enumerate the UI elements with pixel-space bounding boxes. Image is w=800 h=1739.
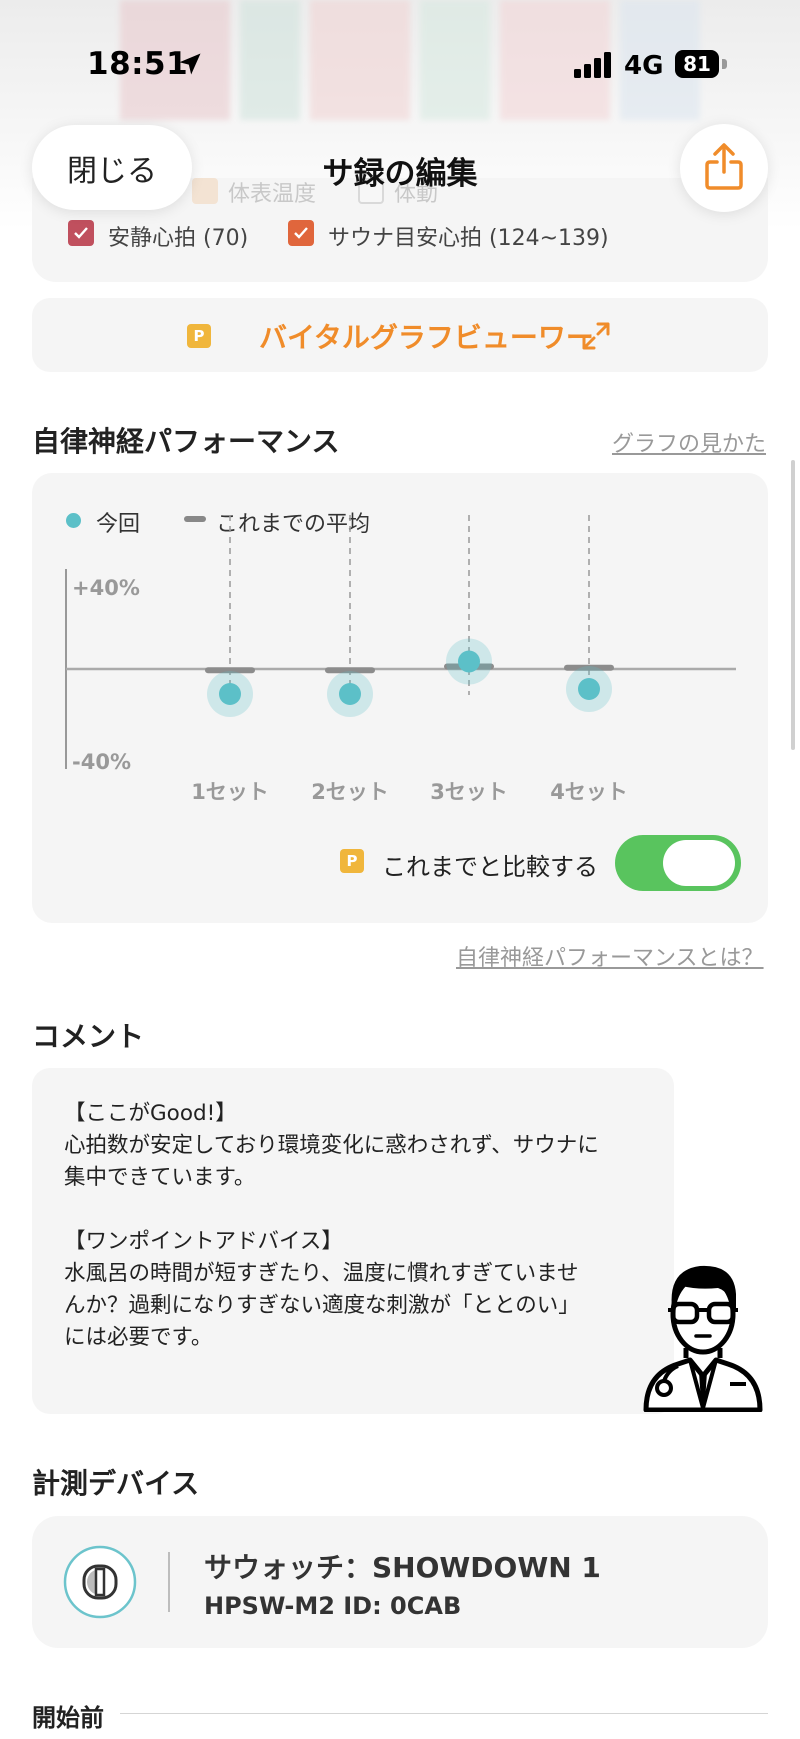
- expand-icon: [582, 322, 610, 350]
- location-arrow-icon: [179, 53, 201, 75]
- y-tick-bottom: -40%: [72, 750, 131, 774]
- compare-label: これまでと比較する: [382, 853, 598, 881]
- premium-badge: P: [340, 849, 364, 873]
- section-divider: [120, 1713, 768, 1714]
- toggle-knob: [663, 840, 735, 886]
- current-point: [219, 683, 241, 705]
- device-name: サウォッチ：SHOWDOWN 1: [204, 1551, 601, 1584]
- before-start-label: 開始前: [32, 1704, 104, 1732]
- device-section-title: 計測デバイス: [32, 1467, 200, 1500]
- current-point: [578, 678, 600, 700]
- watch-device-icon: [63, 1545, 137, 1619]
- autonomic-performance-title: 自律神経パフォーマンス: [32, 425, 340, 458]
- y-tick-top: +40%: [72, 576, 140, 600]
- share-icon: [705, 143, 743, 190]
- device-divider: [168, 1552, 170, 1612]
- premium-badge: P: [187, 324, 211, 348]
- device-card[interactable]: サウォッチ：SHOWDOWN 1 HPSW-M2 ID: 0CAB: [32, 1516, 768, 1648]
- check-icon: [74, 227, 88, 239]
- battery-level: 81: [675, 50, 719, 78]
- comment-line: 【ワンポイントアドバイス】: [64, 1229, 343, 1254]
- device-id: HPSW-M2 ID: 0CAB: [204, 1592, 462, 1620]
- status-time: 18:51: [87, 46, 189, 82]
- comment-line: には必要です。: [64, 1325, 213, 1350]
- current-point: [458, 650, 480, 673]
- check-icon: [294, 227, 308, 239]
- comment-text: 【ここがGood!】 心拍数が安定しており環境変化に惑わされず、サウナに 集中で…: [64, 1098, 644, 1354]
- autonomic-chart: +40% -40% 1セット 2セット 3セット 4セット: [65, 515, 736, 804]
- comment-line: 集中できています。: [64, 1165, 256, 1190]
- cellular-signal-icon: [574, 52, 611, 78]
- x-tick-label: 2セット: [311, 780, 389, 804]
- sauna-hr-checkbox[interactable]: [288, 220, 314, 246]
- vital-graph-viewer-label: バイタルグラフビューワー: [259, 321, 594, 354]
- how-to-read-graph-link[interactable]: グラフの見かた: [612, 426, 766, 458]
- doctor-avatar-icon: [643, 1265, 763, 1412]
- share-button[interactable]: [680, 124, 768, 212]
- x-tick-label: 1セット: [191, 780, 269, 804]
- comment-line: [64, 1194, 644, 1226]
- comment-line: 心拍数が安定しており環境変化に惑わされず、サウナに: [64, 1133, 599, 1158]
- battery-icon: 81: [675, 50, 729, 80]
- comment-line: 水風呂の時間が短すぎたり、温度に慣れすぎていませ: [64, 1261, 579, 1286]
- comment-bubble: 【ここがGood!】 心拍数が安定しており環境変化に惑わされず、サウナに 集中で…: [32, 1068, 674, 1414]
- comment-line: んか？過剰になりすぎない適度な刺激が「ととのい」: [64, 1293, 580, 1318]
- network-type: 4G: [624, 51, 664, 81]
- about-autonomic-link[interactable]: 自律神経パフォーマンスとは？: [456, 940, 764, 972]
- x-tick-label: 3セット: [430, 780, 508, 804]
- resting-hr-label: 安静心拍 (70): [108, 226, 249, 251]
- comment-title: コメント: [32, 1020, 145, 1053]
- sauna-hr-label: サウナ目安心拍 (124~139): [328, 226, 609, 251]
- status-bar: 18:51 4G 81: [0, 0, 800, 130]
- vital-graph-viewer-button[interactable]: P バイタルグラフビューワー: [32, 298, 768, 372]
- comment-line: 【ここがGood!】: [64, 1101, 237, 1126]
- compare-toggle[interactable]: [615, 835, 741, 891]
- scrollbar[interactable]: [791, 460, 795, 750]
- autonomic-performance-card: 今回 これまでの平均 +40% -40% 1セット 2セット 3セット 4セット P …: [32, 473, 768, 923]
- resting-hr-checkbox[interactable]: [68, 220, 94, 246]
- current-point: [339, 683, 361, 705]
- x-tick-label: 4セット: [550, 780, 628, 804]
